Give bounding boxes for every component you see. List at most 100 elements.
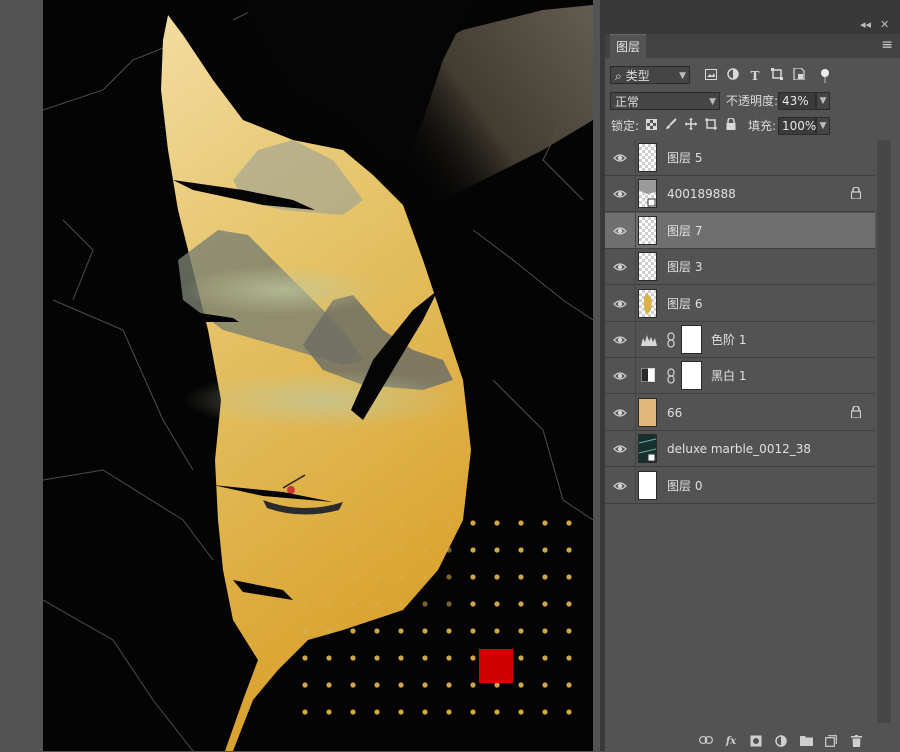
layer-row[interactable]: 图层 6 (605, 285, 875, 322)
fill-label: 填充: (748, 119, 777, 133)
gold-dot (350, 574, 356, 580)
collapse-icon[interactable]: ◂◂ (860, 18, 871, 32)
layers-bottom-bar: fx (605, 733, 900, 751)
layer-row[interactable]: 400189888 (605, 176, 875, 213)
tab-layers[interactable]: 图层 (610, 34, 646, 59)
gold-dot (566, 601, 572, 607)
lock-icon (850, 405, 862, 421)
layer-row[interactable]: 图层 7 (605, 212, 875, 249)
gold-dot (422, 655, 428, 661)
gold-dot (494, 520, 500, 526)
smart-object-filter-icon[interactable] (791, 67, 807, 84)
canvas-area[interactable] (0, 0, 600, 751)
delete-layer-icon[interactable] (848, 735, 864, 749)
layer-row[interactable]: 图层 3 (605, 249, 875, 286)
gold-dot (566, 655, 572, 661)
type-filter-icon[interactable]: T (747, 68, 763, 84)
lock-icon (850, 186, 862, 202)
layer-thumbnail[interactable] (638, 397, 657, 427)
filter-toggle-icon[interactable] (817, 68, 833, 84)
layer-thumbnail[interactable] (638, 252, 657, 282)
layers-scrollbar[interactable] (877, 140, 891, 723)
gold-dot (350, 655, 356, 661)
filter-kind-dropdown[interactable]: ⌕ 类型 ▼ (610, 66, 690, 84)
new-adjustment-icon[interactable] (773, 735, 789, 749)
eye-icon[interactable] (613, 224, 627, 238)
layer-row[interactable]: deluxe marble_0012_38 (605, 431, 875, 468)
visibility-separator (635, 285, 636, 322)
gold-dot (302, 709, 308, 715)
fill-input[interactable]: 100% (778, 117, 816, 135)
eye-icon[interactable] (613, 406, 627, 420)
fill-chevron-icon[interactable]: ▼ (816, 117, 830, 135)
gold-dot (350, 682, 356, 688)
eye-icon[interactable] (613, 369, 627, 383)
gold-dot (470, 628, 476, 634)
layer-name: 图层 0 (667, 478, 703, 493)
gold-dot (326, 682, 332, 688)
new-layer-icon[interactable] (823, 735, 839, 749)
gold-dot (566, 520, 572, 526)
gold-dot (422, 628, 428, 634)
layer-thumbnail[interactable] (638, 215, 657, 245)
adjustment-filter-icon[interactable] (725, 68, 741, 84)
gold-dot (542, 547, 548, 553)
gold-dot (518, 574, 524, 580)
eye-icon[interactable] (613, 260, 627, 274)
fx-icon[interactable]: fx (723, 735, 739, 749)
opacity-label: 不透明度: (726, 94, 779, 108)
layer-row[interactable]: 图层 5 (605, 140, 875, 176)
gold-dot (494, 601, 500, 607)
layer-thumbnail[interactable] (638, 470, 657, 500)
gold-dot (494, 547, 500, 553)
layer-thumbnail[interactable] (638, 143, 657, 172)
add-mask-icon[interactable] (748, 735, 764, 749)
layer-row[interactable]: 66 (605, 394, 875, 431)
layer-row[interactable]: 色阶 1 (605, 322, 875, 358)
mask-link-icon[interactable] (667, 368, 675, 384)
chevron-down-icon: ▼ (709, 97, 716, 107)
lock-position-move-icon[interactable] (683, 118, 699, 134)
mask-link-icon[interactable] (667, 332, 675, 348)
gold-dot (374, 547, 380, 553)
tab-strip (605, 34, 900, 58)
eye-icon[interactable] (613, 187, 627, 201)
layers-list[interactable]: 图层 5 400189888 图层 7 图层 3 图层 6 色阶 1 黑白 1 66 delux… (605, 140, 875, 720)
lock-artboard-crop-icon[interactable] (703, 118, 719, 134)
gold-dot (542, 628, 548, 634)
gold-dot (422, 709, 428, 715)
panel-menu-icon[interactable]: ≡ (881, 38, 893, 52)
layer-thumbnail[interactable] (638, 179, 657, 209)
gold-dot (326, 709, 332, 715)
eye-icon[interactable] (613, 479, 627, 493)
eye-icon[interactable] (613, 297, 627, 311)
eye-icon[interactable] (613, 333, 627, 347)
document-canvas[interactable] (43, 0, 593, 751)
lock-transparent-icon[interactable] (643, 118, 659, 134)
link-layers-icon[interactable] (698, 735, 714, 749)
lock-label: 锁定: (611, 119, 640, 133)
blend-mode-dropdown[interactable]: 正常 ▼ (610, 92, 720, 110)
layer-mask-thumbnail[interactable] (681, 325, 702, 354)
layer-thumbnail[interactable] (638, 288, 657, 318)
image-filter-icon[interactable] (703, 68, 719, 84)
opacity-chevron-icon[interactable]: ▼ (816, 92, 830, 110)
gold-dot (422, 601, 428, 607)
layer-mask-thumbnail[interactable] (681, 361, 702, 391)
lock-pixels-brush-icon[interactable] (663, 118, 679, 134)
gold-dot (398, 682, 404, 688)
eye-icon[interactable] (613, 151, 627, 165)
layer-row[interactable]: 黑白 1 (605, 358, 875, 395)
gold-dot (350, 601, 356, 607)
gold-dot (350, 628, 356, 634)
gold-dot (374, 574, 380, 580)
opacity-input[interactable]: 43% (778, 92, 816, 110)
eye-icon[interactable] (613, 442, 627, 456)
layer-row[interactable]: 图层 0 (605, 467, 875, 504)
shape-filter-icon[interactable] (769, 68, 785, 84)
layer-thumbnail[interactable] (638, 434, 657, 464)
chevron-down-icon: ▼ (679, 71, 686, 81)
lock-all-icon[interactable] (723, 117, 739, 134)
close-icon[interactable]: ✕ (880, 18, 889, 32)
new-group-icon[interactable] (798, 735, 814, 749)
